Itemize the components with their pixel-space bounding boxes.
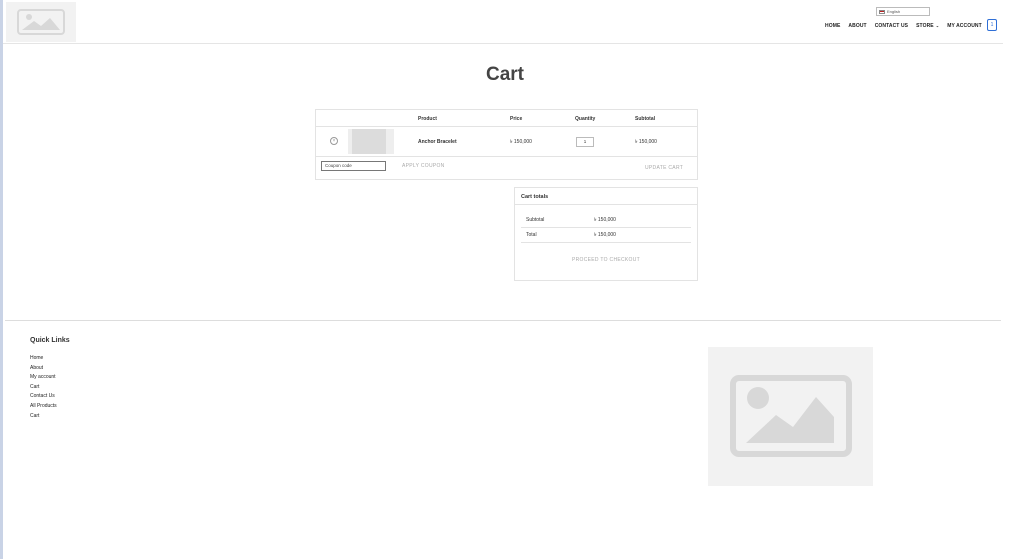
footer-link-all-products[interactable]: All Products: [30, 402, 57, 412]
footer-divider: [5, 320, 1001, 321]
product-thumbnail[interactable]: [348, 129, 394, 154]
main-nav: HOME ABOUT CONTACT US STORE ⌄ MY ACCOUNT: [825, 23, 990, 29]
page-title: Cart: [485, 64, 524, 85]
cart-count-badge: 1: [990, 22, 994, 28]
nav-my-account[interactable]: MY ACCOUNT: [947, 23, 982, 29]
product-name[interactable]: Anchor Bracelet: [418, 139, 457, 145]
cart-bag-icon[interactable]: 1: [987, 19, 997, 31]
product-subtotal: ৳ 150,000: [635, 139, 657, 145]
subtotal-label: Subtotal: [526, 217, 545, 223]
footer-link-contact-us[interactable]: Contact Us: [30, 392, 57, 402]
chevron-down-icon: ⌄: [935, 23, 940, 28]
product-price: ৳ 150,000: [510, 139, 532, 145]
cart-totals-title: Cart totals: [521, 194, 549, 200]
image-placeholder-icon: [730, 375, 852, 457]
site-header: English HOME ABOUT CONTACT US STORE ⌄ MY …: [3, 0, 1003, 44]
subtotal-value: ৳ 150,000: [594, 217, 616, 223]
table-divider: [316, 156, 697, 157]
cart-table: Product Price Quantity Subtotal × Anchor…: [315, 109, 698, 180]
footer-link-home[interactable]: Home: [30, 354, 57, 364]
totals-divider: [521, 227, 691, 228]
site-logo[interactable]: [6, 2, 76, 42]
nav-store[interactable]: STORE ⌄: [916, 23, 939, 29]
image-placeholder-icon: [17, 9, 65, 35]
quick-links-list: Home About My account Cart Contact Us Al…: [30, 354, 57, 421]
total-label: Total: [526, 232, 537, 238]
column-header-quantity: Quantity: [575, 116, 596, 122]
table-divider: [316, 126, 697, 127]
footer-link-about[interactable]: About: [30, 364, 57, 374]
nav-home[interactable]: HOME: [825, 23, 840, 29]
language-select[interactable]: English: [876, 7, 930, 16]
update-cart-button[interactable]: UPDATE CART: [645, 165, 683, 171]
language-label: English: [887, 9, 901, 14]
total-value: ৳ 150,000: [594, 232, 616, 238]
footer-link-my-account[interactable]: My account: [30, 373, 57, 383]
column-header-subtotal: Subtotal: [635, 116, 655, 122]
column-header-price: Price: [510, 116, 523, 122]
flag-icon: [879, 9, 885, 14]
proceed-to-checkout-button[interactable]: PROCEED TO CHECKOUT: [515, 257, 697, 263]
quick-links-title: Quick Links: [30, 337, 70, 344]
apply-coupon-button[interactable]: APPLY COUPON: [402, 163, 445, 169]
remove-item-icon[interactable]: ×: [330, 137, 338, 145]
nav-store-label: STORE: [916, 23, 934, 29]
footer-link-cart[interactable]: Cart: [30, 383, 57, 393]
totals-divider: [515, 204, 697, 205]
coupon-code-input[interactable]: Coupon code: [321, 161, 386, 171]
column-header-product: Product: [418, 116, 437, 122]
footer-image: [708, 347, 873, 486]
footer-link-cart-2[interactable]: Cart: [30, 412, 57, 422]
nav-contact-us[interactable]: CONTACT US: [875, 23, 908, 29]
quantity-input[interactable]: 1: [576, 137, 594, 147]
totals-divider: [521, 242, 691, 243]
nav-about[interactable]: ABOUT: [848, 23, 866, 29]
cart-totals: Cart totals Subtotal ৳ 150,000 Total ৳ 1…: [514, 187, 698, 281]
